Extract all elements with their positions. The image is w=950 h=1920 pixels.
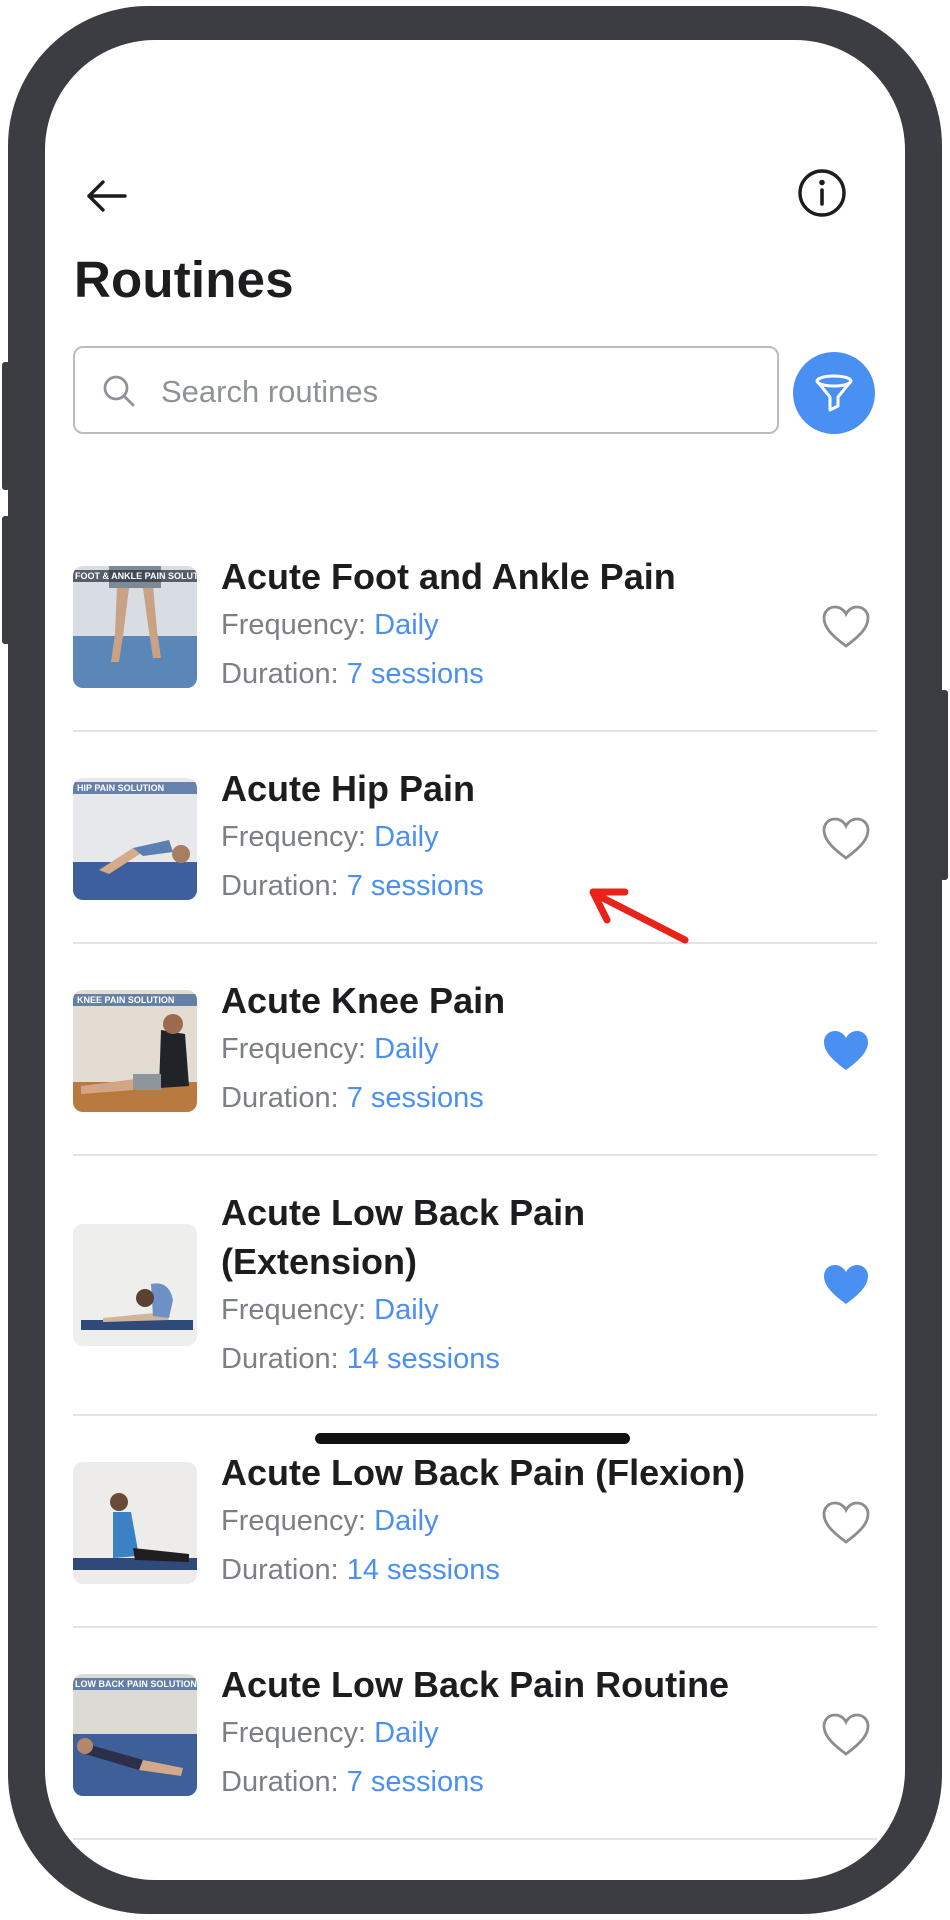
search-box[interactable]: [73, 346, 779, 434]
routine-title: Acute Foot and Ankle Pain: [221, 556, 676, 597]
routine-row-low-back-extension[interactable]: Acute Low Back Pain (Extension) Frequenc…: [73, 1156, 877, 1416]
routine-duration: Duration: 7 sessions: [221, 870, 484, 902]
routine-duration: Duration: 14 sessions: [221, 1554, 500, 1586]
heart-outline-icon[interactable]: [821, 1712, 871, 1758]
routine-duration: Duration: 7 sessions: [221, 1082, 484, 1114]
routine-info: Acute Knee Pain Frequency: Daily Duratio…: [221, 976, 781, 1123]
routine-duration: Duration: 14 sessions: [221, 1343, 500, 1375]
volume-up-button: [2, 362, 10, 490]
routine-info: Acute Low Back Pain (Extension) Frequenc…: [221, 1188, 781, 1384]
routine-thumbnail: LOW BACK PAIN SOLUTION: [73, 1674, 197, 1796]
routine-title: Acute Knee Pain: [221, 980, 506, 1021]
routine-title: Acute Low Back Pain (Flexion): [221, 1452, 746, 1493]
search-icon: [103, 375, 135, 407]
filter-button[interactable]: [793, 352, 875, 434]
routine-frequency: Frequency: Daily: [221, 1033, 439, 1065]
routine-row-foot-ankle[interactable]: FOOT & ANKLE PAIN SOLUTION Acute Foot an…: [73, 498, 877, 732]
thumbnail-caption: FOOT & ANKLE PAIN SOLUTION: [75, 571, 197, 581]
home-indicator: [315, 1433, 630, 1444]
routine-thumbnail: HIP PAIN SOLUTION: [73, 778, 197, 900]
heart-outline-icon[interactable]: [821, 1500, 871, 1546]
routine-thumbnail: FOOT & ANKLE PAIN SOLUTION: [73, 566, 197, 688]
routine-frequency: Frequency: Daily: [221, 1505, 439, 1537]
routine-row-hip[interactable]: HIP PAIN SOLUTION Acute Hip Pain Frequen…: [73, 732, 877, 944]
filter-funnel-icon: [815, 374, 853, 412]
routine-thumbnail: [73, 1224, 197, 1346]
annotation-arrow-icon: [589, 888, 689, 944]
routine-duration: Duration: 7 sessions: [221, 658, 484, 690]
heart-outline-icon[interactable]: [821, 816, 871, 862]
routine-frequency: Frequency: Daily: [221, 1294, 439, 1326]
routine-thumbnail: [73, 1462, 197, 1584]
routine-info: Acute Low Back Pain Routine Frequency: D…: [221, 1660, 781, 1807]
routine-info: Acute Hip Pain Frequency: Daily Duration…: [221, 764, 781, 911]
heart-filled-icon[interactable]: [821, 1028, 871, 1074]
heart-filled-icon[interactable]: [821, 1262, 871, 1308]
app-screen: Routines F: [45, 40, 905, 1880]
routine-title: Acute Low Back Pain Routine: [221, 1664, 730, 1705]
routine-list: FOOT & ANKLE PAIN SOLUTION Acute Foot an…: [73, 498, 877, 1840]
power-button: [940, 690, 948, 880]
search-input[interactable]: [159, 366, 763, 418]
thumbnail-caption: KNEE PAIN SOLUTION: [77, 995, 175, 1005]
routine-title: Acute Low Back Pain (Extension): [221, 1192, 586, 1282]
back-arrow-icon[interactable]: [81, 170, 133, 222]
routine-info: Acute Foot and Ankle Pain Frequency: Dai…: [221, 552, 781, 699]
thumbnail-caption: LOW BACK PAIN SOLUTION: [75, 1679, 197, 1689]
info-icon[interactable]: [793, 164, 851, 222]
heart-outline-icon[interactable]: [821, 604, 871, 650]
routine-row-low-back-flexion[interactable]: Acute Low Back Pain (Flexion) Frequency:…: [73, 1416, 877, 1628]
routine-title: Acute Hip Pain: [221, 768, 476, 809]
routine-row-low-back-routine[interactable]: LOW BACK PAIN SOLUTION Acute Low Back Pa…: [73, 1628, 877, 1840]
routine-info: Acute Low Back Pain (Flexion) Frequency:…: [221, 1448, 781, 1595]
routine-thumbnail: KNEE PAIN SOLUTION: [73, 990, 197, 1112]
volume-down-button: [2, 516, 10, 644]
routine-frequency: Frequency: Daily: [221, 1717, 439, 1749]
routine-row-knee[interactable]: KNEE PAIN SOLUTION Acute Knee Pain Frequ…: [73, 944, 877, 1156]
routine-duration: Duration: 7 sessions: [221, 1766, 484, 1798]
page-title: Routines: [74, 251, 294, 308]
thumbnail-caption: HIP PAIN SOLUTION: [77, 783, 165, 793]
routine-frequency: Frequency: Daily: [221, 609, 439, 641]
routine-frequency: Frequency: Daily: [221, 821, 439, 853]
